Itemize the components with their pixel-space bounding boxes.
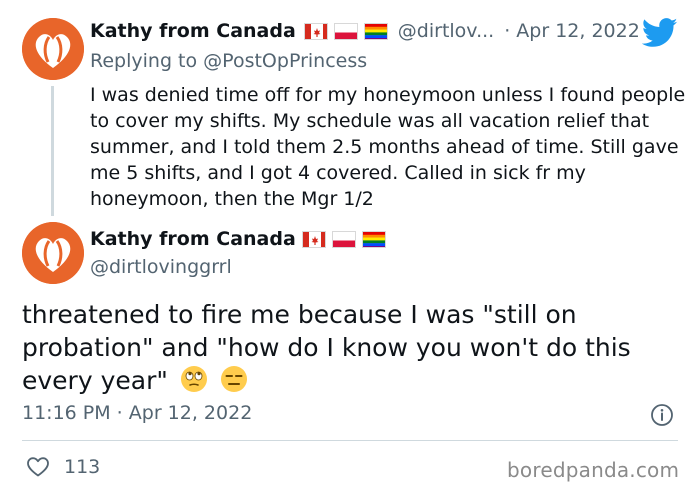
tweet1-display-name[interactable]: Kathy from Canada [90, 20, 296, 42]
like-count: 113 [64, 456, 101, 478]
tweet1-header: Kathy from Canada @dirtlov... · Apr 12, … [90, 20, 640, 42]
avatar-tweet1[interactable] [22, 18, 84, 80]
tweet1-handle[interactable]: @dirtlov... [398, 20, 494, 42]
replying-to-label: Replying to [90, 50, 198, 72]
tweet2-name-row: Kathy from Canada [90, 228, 386, 250]
tweet1-text: I was denied time off for my honeymoon u… [90, 84, 686, 210]
avatar-tweet2[interactable] [22, 222, 84, 284]
info-icon[interactable] [650, 403, 674, 427]
twitter-bird-icon [641, 18, 678, 48]
divider [22, 440, 678, 441]
rainbow-flag-icon [361, 230, 386, 248]
replying-to-mention-link[interactable]: @PostOpPrincess [203, 50, 367, 72]
poland-flag-icon [331, 230, 356, 248]
canada-flag-icon [303, 22, 328, 40]
tweet2-display-name[interactable]: Kathy from Canada [90, 228, 296, 250]
tweet2-text-block: threatened to fire me because I was "sti… [22, 298, 682, 397]
tweet2-handle[interactable]: @dirtlovinggrrl [90, 256, 232, 278]
rainbow-flag-icon [363, 22, 388, 40]
heart-icon[interactable] [26, 455, 50, 479]
poland-flag-icon [333, 22, 358, 40]
tweet2-timestamp[interactable]: 11:16 PM · Apr 12, 2022 [22, 402, 252, 424]
replying-to-line: Replying to @PostOpPrincess [90, 50, 367, 72]
expressionless-emoji-icon [220, 365, 248, 393]
eye-roll-emoji-icon [180, 365, 208, 393]
thread-connector-line [51, 86, 54, 216]
tweet2-text: threatened to fire me because I was "sti… [22, 300, 631, 395]
tweet1-date[interactable]: · Apr 12, 2022 [504, 20, 640, 42]
watermark: boredpanda.com [507, 458, 680, 482]
canada-flag-icon [301, 230, 326, 248]
